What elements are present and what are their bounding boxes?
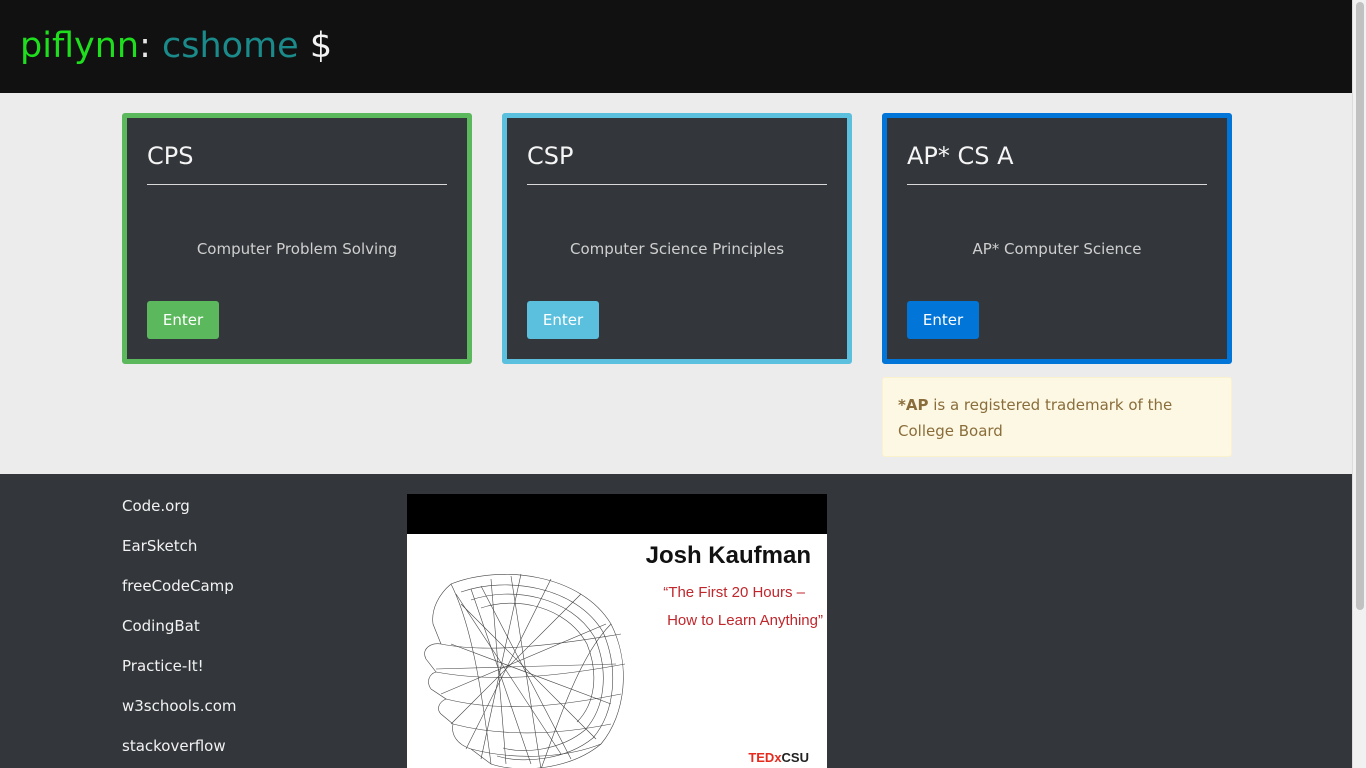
wireframe-head-image bbox=[424, 573, 626, 768]
brand-prompt: $ bbox=[309, 26, 333, 66]
link-earsketch[interactable]: EarSketch bbox=[122, 534, 237, 558]
card-description: AP* Computer Science bbox=[972, 240, 1142, 258]
video-thumbnail[interactable]: Josh Kaufman “The First 20 Hours – How t… bbox=[407, 534, 827, 768]
link-w3schools[interactable]: w3schools.com bbox=[122, 694, 237, 718]
link-practice-it[interactable]: Practice-It! bbox=[122, 654, 237, 678]
card-description: Computer Science Principles bbox=[569, 240, 785, 258]
card-csp: CSP Computer Science Principles Enter bbox=[502, 113, 852, 364]
brand-colon: : bbox=[139, 26, 151, 66]
tedx-logo: TEDxCSU bbox=[748, 750, 809, 765]
tedx-logo-csu: CSU bbox=[781, 750, 809, 765]
card-ap-cs-a: AP* CS A AP* Computer Science Enter bbox=[882, 113, 1232, 364]
footer: Code.org EarSketch freeCodeCamp CodingBa… bbox=[0, 474, 1352, 768]
notice-bold: *AP bbox=[898, 396, 929, 414]
link-stackoverflow[interactable]: stackoverflow bbox=[122, 734, 237, 758]
link-freecodecamp[interactable]: freeCodeCamp bbox=[122, 574, 237, 598]
navbar: piflynn: cshome $ bbox=[0, 0, 1352, 93]
notice-text: is a registered trademark of the College… bbox=[898, 396, 1173, 440]
video-quote-line1: “The First 20 Hours – bbox=[663, 584, 805, 601]
card-cps: CPS Computer Problem Solving Enter bbox=[122, 113, 472, 364]
card-description: Computer Problem Solving bbox=[196, 240, 398, 258]
video-embed[interactable]: Josh Kaufman “The First 20 Hours – How t… bbox=[407, 494, 827, 768]
page: piflynn: cshome $ CPS Computer Problem S… bbox=[0, 0, 1352, 768]
link-codingbat[interactable]: CodingBat bbox=[122, 614, 237, 638]
scrollbar-thumb[interactable] bbox=[1356, 2, 1364, 610]
resource-links: Code.org EarSketch freeCodeCamp CodingBa… bbox=[122, 494, 237, 768]
video-quote-line2: How to Learn Anything” bbox=[667, 612, 823, 629]
video-speaker-name: Josh Kaufman bbox=[645, 542, 811, 569]
enter-ap-cs-a-button[interactable]: Enter bbox=[907, 301, 979, 339]
enter-csp-button[interactable]: Enter bbox=[527, 301, 599, 339]
link-code-org[interactable]: Code.org bbox=[122, 494, 237, 518]
brand-host: cshome bbox=[162, 26, 299, 66]
vertical-scrollbar[interactable] bbox=[1352, 0, 1366, 768]
tedx-logo-ted: TEDx bbox=[748, 750, 782, 765]
card-title: CPS bbox=[147, 138, 447, 185]
card-title: CSP bbox=[527, 138, 827, 185]
brand-link[interactable]: piflynn: cshome $ bbox=[20, 24, 332, 68]
brand-user: piflynn bbox=[20, 26, 140, 66]
enter-cps-button[interactable]: Enter bbox=[147, 301, 219, 339]
card-title: AP* CS A bbox=[907, 138, 1207, 185]
trademark-notice: *AP is a registered trademark of the Col… bbox=[882, 377, 1232, 457]
